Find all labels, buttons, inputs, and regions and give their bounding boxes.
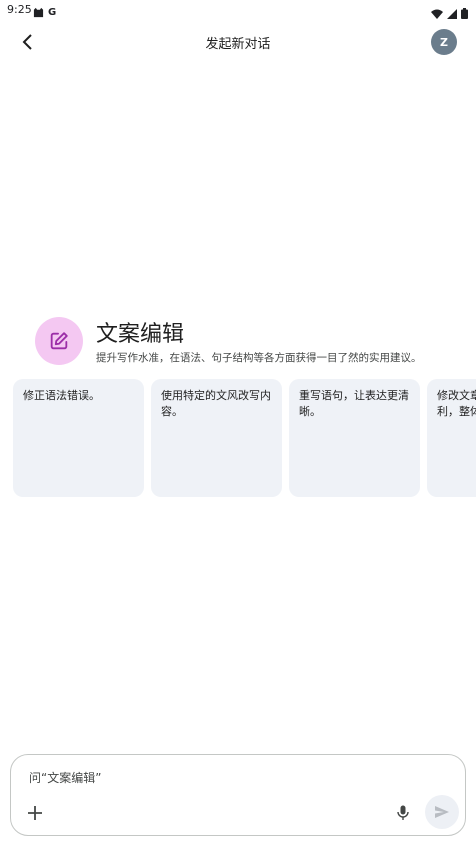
send-icon <box>435 806 449 818</box>
page-title: 发起新对话 <box>205 37 271 52</box>
wifi-icon <box>431 4 443 23</box>
suggestion-card[interactable]: 重写语句，让表达更清晰。 <box>289 379 420 497</box>
suggestion-cards: 修正语法错误。 使用特定的文风改写内容。 重写语句，让表达更清晰。 修改文章，让… <box>13 379 476 498</box>
signal-icon <box>447 4 457 23</box>
status-time: 9:25 <box>7 3 32 16</box>
gem-icon-badge <box>35 317 83 365</box>
suggestion-card[interactable]: 修改文章，让表达更流利，整体 <box>427 379 476 497</box>
add-attachment-button[interactable] <box>23 801 47 825</box>
app-bar: 发起新对话 Z <box>0 22 476 62</box>
plus-icon <box>28 806 42 820</box>
status-bar: 9:25 G <box>0 0 476 22</box>
edit-square-icon <box>50 332 68 350</box>
send-button[interactable] <box>425 795 459 829</box>
prompt-input[interactable]: 问“文案编辑” <box>29 769 101 786</box>
gem-title: 文案编辑 <box>96 322 185 347</box>
avatar[interactable]: Z <box>431 29 457 55</box>
microphone-icon <box>397 805 409 820</box>
cat-notification-icon <box>33 3 44 22</box>
prompt-input-box[interactable]: 问“文案编辑” <box>10 754 466 836</box>
suggestion-card[interactable]: 修正语法错误。 <box>13 379 144 497</box>
microphone-button[interactable] <box>391 801 415 825</box>
gem-description: 提升写作水准，在语法、句子结构等各方面获得一目了然的实用建议。 <box>96 352 422 364</box>
google-g-icon: G <box>48 6 57 18</box>
battery-icon <box>461 4 468 23</box>
suggestion-card[interactable]: 使用特定的文风改写内容。 <box>151 379 282 497</box>
